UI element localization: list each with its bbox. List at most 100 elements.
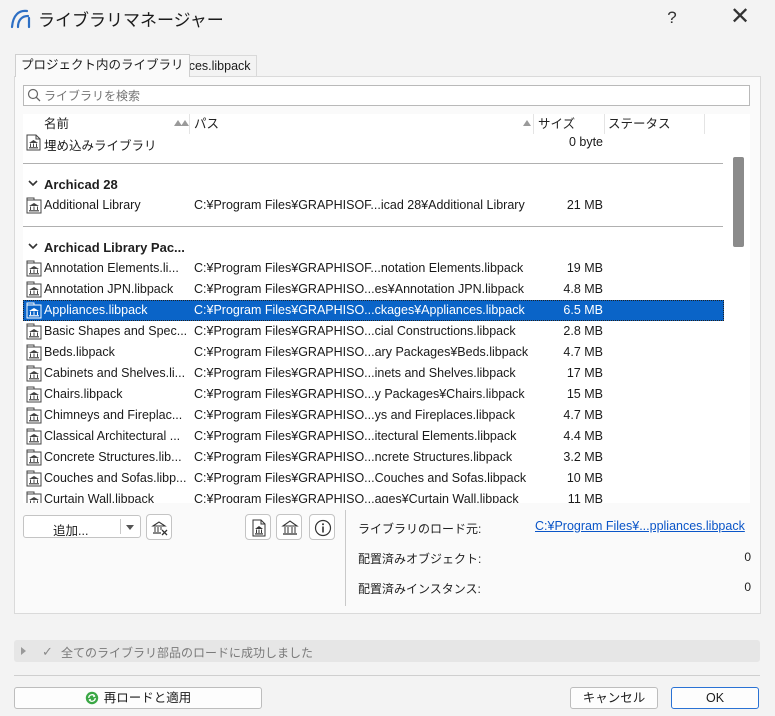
- group-header-archicad-library-packages[interactable]: Archicad Library Pac...: [23, 237, 724, 258]
- library-row[interactable]: Basic Shapes and Spec... C:¥Program Files…: [23, 321, 724, 342]
- library-size: 4.4 MB: [563, 429, 603, 443]
- info-button[interactable]: [309, 514, 335, 540]
- library-name: Couches and Sofas.libp...: [44, 471, 187, 485]
- library-row[interactable]: Beds.libpack C:¥Program Files¥GRAPHISO...…: [23, 342, 724, 363]
- library-row[interactable]: Annotation Elements.li... C:¥Program File…: [23, 258, 724, 279]
- library-row[interactable]: Chairs.libpack C:¥Program Files¥GRAPHISO.…: [23, 384, 724, 405]
- ok-button[interactable]: OK: [671, 687, 759, 709]
- library-name: Annotation JPN.libpack: [44, 282, 174, 296]
- library-size: 2.8 MB: [563, 324, 603, 338]
- help-button[interactable]: ?: [658, 4, 686, 32]
- library-size: 21 MB: [566, 198, 603, 212]
- close-button[interactable]: ✕: [725, 4, 755, 32]
- library-row[interactable]: Cabinets and Shelves.li... C:¥Program Fil…: [23, 363, 724, 384]
- column-header-name[interactable]: 名前: [44, 114, 69, 134]
- load-source-link[interactable]: C:¥Program Files¥...ppliances.libpack: [535, 519, 745, 533]
- library-icon: [26, 302, 42, 319]
- column-divider[interactable]: [533, 114, 534, 134]
- embedded-library-icon: [26, 134, 41, 151]
- library-name: 埋め込みライブラリ: [44, 139, 157, 153]
- library-path: C:¥Program Files¥GRAPHISO...y Packages¥C…: [194, 387, 525, 401]
- window-title: ライブラリマネージャー: [38, 11, 224, 30]
- library-name: Additional Library: [44, 198, 141, 212]
- status-bar[interactable]: ✓ 全てのライブラリ部品のロードに成功しました: [14, 640, 760, 662]
- column-divider[interactable]: [704, 114, 705, 134]
- library-size: 17 MB: [566, 366, 603, 380]
- cancel-button[interactable]: キャンセル: [570, 687, 658, 709]
- reload-label: 再ロードと適用: [103, 691, 192, 705]
- remove-library-icon: [151, 521, 168, 536]
- library-icon: [26, 323, 42, 340]
- library-icon: [26, 260, 42, 277]
- library-icon: [26, 491, 42, 503]
- library-settings-icon: [281, 520, 299, 535]
- library-size: 10 MB: [566, 471, 603, 485]
- library-settings-button[interactable]: [276, 514, 302, 540]
- library-size: 15 MB: [566, 387, 603, 401]
- library-row[interactable]: Chimneys and Fireplac... C:¥Program Files…: [23, 405, 724, 426]
- placed-objects-label: 配置済みオブジェクト:: [358, 552, 482, 566]
- library-name: Curtain Wall.libpack: [44, 492, 154, 503]
- library-path: C:¥Program Files¥GRAPHISOF...notation El…: [194, 261, 524, 275]
- library-row[interactable]: Classical Architectural ... C:¥Program Fi…: [23, 426, 724, 447]
- library-icon: [26, 386, 42, 403]
- archicad-logo-icon: [10, 9, 31, 29]
- expand-arrow-icon[interactable]: [21, 647, 26, 655]
- library-path: C:¥Program Files¥GRAPHISO...ys and Firep…: [194, 408, 515, 422]
- group-header-archicad-28[interactable]: Archicad 28: [23, 174, 724, 195]
- library-path: C:¥Program Files¥GRAPHISO...Couches and …: [194, 471, 527, 485]
- column-divider[interactable]: [189, 114, 190, 134]
- library-row[interactable]: Curtain Wall.libpack C:¥Program Files¥GRA…: [23, 489, 724, 503]
- library-name: Concrete Structures.lib...: [44, 450, 182, 464]
- library-icon: [26, 428, 42, 445]
- search-input[interactable]: [44, 86, 744, 105]
- library-row-selected[interactable]: Appliances.libpack C:¥Program Files¥GRAPH…: [23, 300, 724, 321]
- library-icon: [26, 449, 42, 466]
- library-path: C:¥Program Files¥GRAPHISO...ckages¥Appli…: [194, 303, 525, 317]
- reload-and-apply-button[interactable]: 再ロードと適用: [14, 687, 262, 709]
- column-header-path[interactable]: パス: [194, 114, 219, 134]
- library-size: 3.2 MB: [563, 450, 603, 464]
- library-icon: [26, 365, 42, 382]
- library-row[interactable]: Annotation JPN.libpack C:¥Program Files¥G…: [23, 279, 724, 300]
- group-divider: [23, 163, 723, 164]
- library-path: C:¥Program Files¥GRAPHISO...ages¥Curtain…: [194, 492, 519, 503]
- placed-instances-label: 配置済みインスタンス:: [358, 582, 481, 596]
- column-divider[interactable]: [604, 114, 605, 134]
- library-icon: [26, 344, 42, 361]
- column-header-status[interactable]: ステータス: [608, 114, 671, 134]
- library-size: 4.8 MB: [563, 282, 603, 296]
- library-row[interactable]: Additional Library C:¥Program Files¥GRAPH…: [23, 195, 724, 216]
- footer-divider: [14, 675, 760, 676]
- library-file-button[interactable]: [245, 514, 271, 540]
- library-name: Chimneys and Fireplac...: [44, 408, 183, 422]
- chevron-down-icon: [28, 243, 38, 250]
- panel-divider: [345, 510, 346, 606]
- remove-library-button[interactable]: [146, 514, 172, 540]
- library-row[interactable]: Couches and Sofas.libp... C:¥Program File…: [23, 468, 724, 489]
- embedded-library-row[interactable]: 埋め込みライブラリ 0 byte: [23, 132, 724, 153]
- search-icon: [27, 88, 41, 102]
- library-name: Annotation Elements.li...: [44, 261, 179, 275]
- chevron-down-icon[interactable]: [126, 525, 134, 530]
- info-icon: [314, 519, 332, 537]
- tab-project-libraries[interactable]: プロジェクト内のライブラリ: [15, 54, 190, 77]
- library-size: 0 byte: [568, 135, 603, 149]
- library-row[interactable]: Concrete Structures.lib... C:¥Program Fil…: [23, 447, 724, 468]
- scrollbar-thumb[interactable]: [733, 157, 744, 247]
- library-size: 6.5 MB: [563, 303, 603, 317]
- split-divider: [120, 519, 121, 534]
- checkmark-icon: ✓: [42, 644, 53, 659]
- library-name: Appliances.libpack: [44, 303, 148, 317]
- status-message: 全てのライブラリ部品のロードに成功しました: [61, 646, 314, 660]
- library-size: 4.7 MB: [563, 408, 603, 422]
- add-library-button[interactable]: 追加...: [23, 515, 141, 538]
- sort-asc-icon: [523, 120, 531, 126]
- group-label: Archicad Library Pac...: [44, 240, 185, 255]
- library-name: Cabinets and Shelves.li...: [44, 366, 186, 380]
- placed-instances-value: 0: [744, 580, 751, 594]
- library-name: Chairs.libpack: [44, 387, 123, 401]
- library-path: C:¥Program Files¥GRAPHISO...ncrete Struc…: [194, 450, 513, 464]
- column-header-size[interactable]: サイズ: [538, 114, 575, 134]
- library-name: Beds.libpack: [44, 345, 115, 359]
